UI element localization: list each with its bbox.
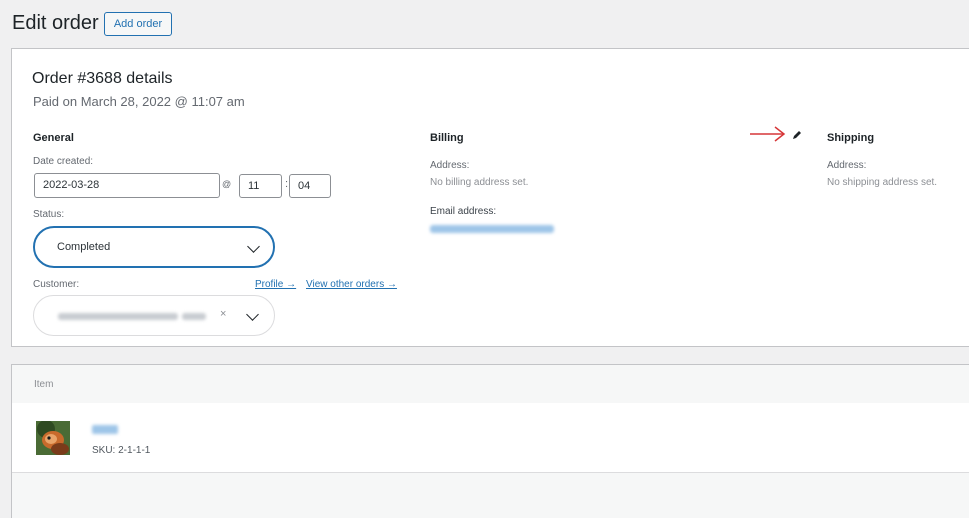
billing-address-value: No billing address set. (430, 177, 529, 188)
customer-select[interactable]: × (33, 295, 275, 336)
annotation-arrow-icon (750, 126, 786, 142)
email-address-redacted[interactable] (430, 225, 554, 233)
customer-label: Customer: (33, 279, 80, 290)
date-created-input[interactable]: 2022-03-28 (34, 173, 220, 198)
billing-heading: Billing (430, 132, 464, 144)
customer-name-redacted (58, 313, 178, 320)
chevron-down-icon (247, 240, 260, 253)
email-address-label: Email address: (430, 206, 497, 217)
edit-pencil-icon[interactable] (792, 130, 802, 140)
status-label: Status: (33, 209, 65, 220)
billing-address-label: Address: (430, 160, 470, 171)
time-colon: : (285, 178, 289, 190)
profile-link[interactable]: Profile → (255, 279, 296, 290)
shipping-address-label: Address: (827, 160, 867, 171)
clear-customer-icon[interactable]: × (220, 308, 226, 320)
date-created-label: Date created: (33, 156, 94, 167)
customer-email-redacted (182, 313, 206, 320)
shipping-heading: Shipping (827, 132, 875, 144)
product-thumbnail (36, 421, 70, 455)
item-column-header: Item (34, 379, 54, 390)
item-name-redacted[interactable] (92, 425, 118, 434)
status-select[interactable]: Completed (33, 226, 275, 268)
hour-input[interactable]: 11 (239, 174, 282, 198)
minute-input[interactable]: 04 (289, 174, 331, 198)
at-sign: @ (222, 179, 232, 189)
item-sku: SKU: 2-1-1-1 (92, 445, 151, 456)
paid-on-text: Paid on March 28, 2022 @ 11:07 am (33, 94, 245, 109)
product-image-icon (36, 421, 70, 455)
page-title: Edit order (12, 12, 99, 34)
view-other-orders-link[interactable]: View other orders → (306, 279, 397, 290)
status-value: Completed (57, 241, 111, 253)
order-heading: Order #3688 details (32, 70, 173, 87)
add-order-button[interactable]: Add order (104, 12, 172, 36)
shipping-address-value: No shipping address set. (827, 177, 938, 188)
items-table-header (12, 365, 969, 403)
items-footer (12, 473, 969, 518)
chevron-down-icon (246, 308, 259, 321)
general-heading: General (33, 132, 74, 144)
